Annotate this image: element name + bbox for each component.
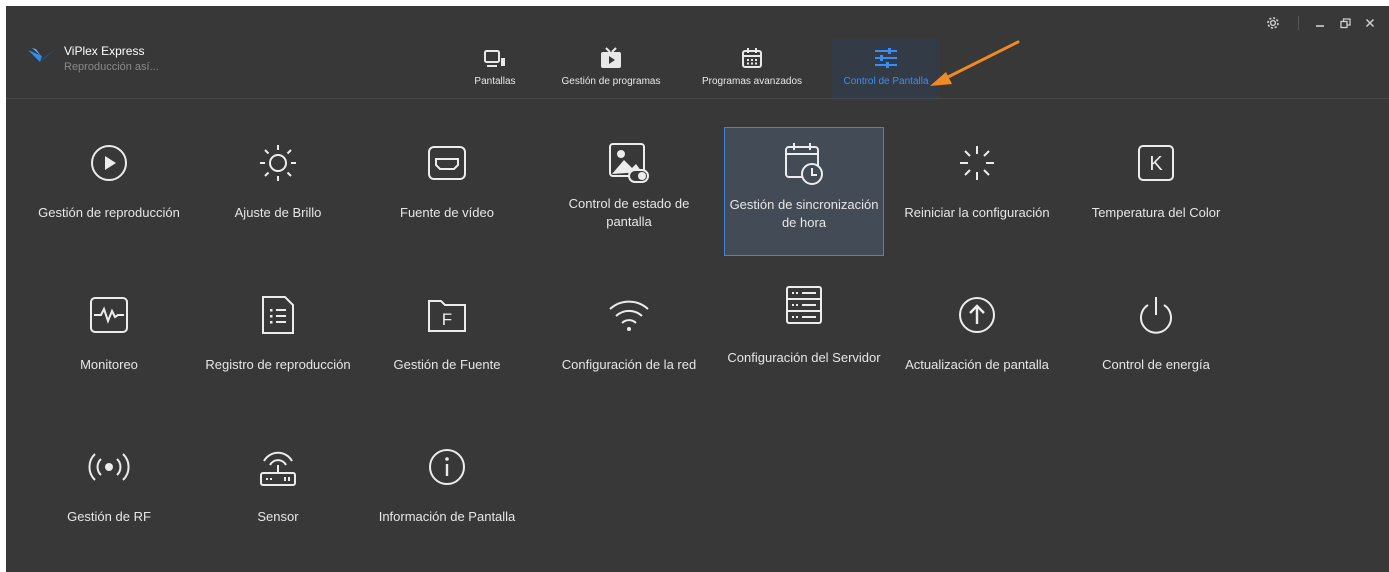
- tile-monitoring[interactable]: Monitoreo: [29, 274, 189, 402]
- tab-screens[interactable]: Pantallas: [466, 39, 524, 101]
- tile-label: Reiniciar la configuración: [904, 205, 1050, 220]
- screens-icon: [484, 39, 506, 69]
- tile-label: Registro de reproducción: [205, 357, 351, 372]
- tile-font-management[interactable]: F Gestión de Fuente: [367, 274, 527, 402]
- tab-advanced-programs[interactable]: Programas avanzados: [692, 39, 812, 101]
- tile-label: Gestión de Fuente: [393, 357, 501, 372]
- server-icon: [724, 282, 884, 328]
- tile-server-configuration[interactable]: Configuración del Servidor: [724, 274, 884, 402]
- font-folder-icon: F: [367, 292, 527, 338]
- tile-label: Configuración del Servidor: [727, 350, 881, 365]
- svg-text:K: K: [1149, 153, 1163, 175]
- window-controls-divider: [1298, 16, 1299, 30]
- tile-screen-status-control[interactable]: Control de estado de pantalla: [549, 122, 709, 250]
- log-document-icon: [198, 292, 358, 338]
- power-icon: [1076, 292, 1236, 338]
- calendar-clock-icon: [725, 140, 883, 186]
- tile-label: Gestión de reproducción: [38, 205, 180, 220]
- tile-label: Monitoreo: [80, 357, 138, 372]
- tile-color-temperature[interactable]: K Temperatura del Color: [1076, 122, 1236, 250]
- upgrade-arrow-icon: [897, 292, 1057, 338]
- sliders-icon: [874, 39, 898, 69]
- app-name: ViPlex Express: [64, 44, 145, 58]
- settings-icon[interactable]: [1262, 13, 1284, 33]
- tile-label: Fuente de vídeo: [400, 205, 494, 220]
- app-subtitle: Reproducción así...: [64, 61, 159, 73]
- kelvin-icon: K: [1076, 140, 1236, 186]
- tile-time-sync-management[interactable]: Gestión de sincronización de hora: [724, 127, 884, 256]
- monitor-pulse-icon: [29, 292, 189, 338]
- tab-program-management[interactable]: Gestión de programas: [546, 39, 676, 101]
- wifi-icon: [549, 292, 709, 338]
- tile-label: Información de Pantalla: [378, 509, 516, 524]
- tile-label: Control de energía: [1102, 357, 1210, 372]
- tile-brightness[interactable]: Ajuste de Brillo: [198, 122, 358, 250]
- tile-label: Ajuste de Brillo: [234, 205, 322, 220]
- tile-label: Control de estado de pantalla: [568, 196, 690, 229]
- header-divider: [6, 98, 1389, 99]
- tab-screen-control[interactable]: Control de Pantalla: [832, 39, 940, 101]
- tile-playback-management[interactable]: Gestión de reproducción: [29, 122, 189, 250]
- tile-label: Sensor: [257, 509, 299, 524]
- tab-label: Gestión de programas: [561, 76, 661, 87]
- screen-status-icon: [549, 140, 709, 186]
- rf-signal-icon: [29, 444, 189, 490]
- tile-sensor[interactable]: Sensor: [198, 426, 358, 554]
- tile-network-configuration[interactable]: Configuración de la red: [549, 274, 709, 402]
- app-window: ViPlex Express Reproducción así... Panta…: [6, 6, 1389, 572]
- minimize-icon[interactable]: [1310, 13, 1330, 33]
- tile-reset-configuration[interactable]: Reiniciar la configuración: [897, 122, 1057, 250]
- tile-rf-management[interactable]: Gestión de RF: [29, 426, 189, 554]
- tile-screen-information[interactable]: Información de Pantalla: [367, 426, 527, 554]
- close-icon[interactable]: [1360, 13, 1380, 33]
- tile-screen-update[interactable]: Actualización de pantalla: [897, 274, 1057, 402]
- tile-power-control[interactable]: Control de energía: [1076, 274, 1236, 402]
- tab-label: Control de Pantalla: [843, 76, 929, 87]
- tile-label: Temperatura del Color: [1091, 205, 1221, 220]
- info-icon: [367, 444, 527, 490]
- tile-label: Configuración de la red: [561, 357, 697, 372]
- loading-icon: [897, 140, 1057, 186]
- tile-label: Gestión de RF: [67, 509, 151, 524]
- tile-label: Gestión de sincronización de hora: [729, 197, 879, 230]
- tab-label: Programas avanzados: [701, 76, 803, 87]
- tile-video-source[interactable]: Fuente de vídeo: [367, 122, 527, 250]
- tile-playback-log[interactable]: Registro de reproducción: [198, 274, 358, 402]
- hdmi-icon: [367, 140, 527, 186]
- sun-icon: [198, 140, 358, 186]
- play-circle-icon: [29, 140, 189, 186]
- tab-label: Pantallas: [474, 76, 516, 87]
- calendar-icon: [741, 39, 763, 69]
- sensor-router-icon: [198, 444, 358, 490]
- restore-icon[interactable]: [1335, 13, 1355, 33]
- svg-text:F: F: [442, 310, 452, 329]
- viplex-logo-icon: [28, 48, 58, 69]
- tile-label: Actualización de pantalla: [905, 357, 1049, 372]
- tv-play-icon: [600, 39, 622, 69]
